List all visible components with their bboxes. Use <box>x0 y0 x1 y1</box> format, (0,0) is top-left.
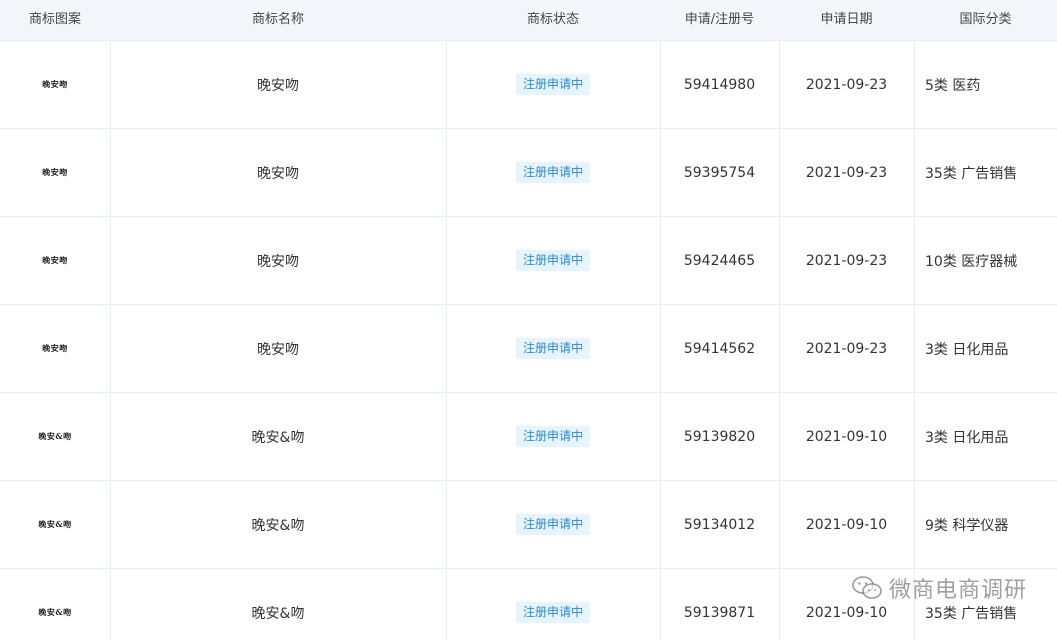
header-number[interactable]: 申请/注册号 <box>660 0 779 40</box>
international-class: 10类 医疗器械 <box>925 253 1018 270</box>
application-date: 2021-09-23 <box>805 76 888 93</box>
international-class: 9类 科学仪器 <box>925 517 1009 534</box>
application-date: 2021-09-10 <box>805 516 888 533</box>
international-class: 35类 广告销售 <box>925 165 1018 182</box>
table-row[interactable]: 晚安&吻 晚安&吻 注册申请中 59139820 2021-09-10 3类 日… <box>0 393 1057 481</box>
status-badge: 注册申请中 <box>515 250 590 271</box>
header-name[interactable]: 商标名称 <box>110 0 446 40</box>
header-class[interactable]: 国际分类 <box>914 0 1057 40</box>
watermark: 微商电商调研 <box>851 572 1027 604</box>
trademark-name[interactable]: 晚安&吻 <box>110 393 446 480</box>
registration-number: 59134012 <box>683 516 756 533</box>
trademark-name[interactable]: 晚安&吻 <box>110 569 446 640</box>
status-badge: 注册申请中 <box>515 514 590 535</box>
application-date: 2021-09-23 <box>805 340 888 357</box>
application-date: 2021-09-23 <box>805 164 888 181</box>
trademark-logo[interactable]: 晚安吻 <box>42 255 68 266</box>
application-date: 2021-09-23 <box>805 252 888 269</box>
trademark-logo[interactable]: 晚安&吻 <box>38 607 71 618</box>
international-class: 3类 日化用品 <box>925 429 1009 446</box>
status-badge: 注册申请中 <box>515 426 590 447</box>
trademark-name[interactable]: 晚安吻 <box>110 217 446 304</box>
trademark-table: 商标图案 商标名称 商标状态 申请/注册号 申请日期 国际分类 晚安吻 晚安吻 … <box>0 0 1057 640</box>
trademark-name[interactable]: 晚安吻 <box>110 41 446 128</box>
wechat-icon <box>852 576 882 599</box>
table-row[interactable]: 晚安吻 晚安吻 注册申请中 59395754 2021-09-23 35类 广告… <box>0 129 1057 217</box>
status-badge: 注册申请中 <box>515 338 590 359</box>
watermark-text: 微商电商调研 <box>888 578 1027 603</box>
table-row[interactable]: 晚安吻 晚安吻 注册申请中 59414562 2021-09-23 3类 日化用… <box>0 305 1057 393</box>
trademark-logo[interactable]: 晚安吻 <box>42 79 68 90</box>
trademark-name[interactable]: 晚安&吻 <box>110 481 446 568</box>
status-badge: 注册申请中 <box>515 162 590 183</box>
trademark-logo[interactable]: 晚安&吻 <box>38 431 71 442</box>
international-class: 5类 医药 <box>925 77 981 94</box>
status-badge: 注册申请中 <box>515 602 590 623</box>
trademark-logo[interactable]: 晚安&吻 <box>38 519 71 530</box>
table-row[interactable]: 晚安吻 晚安吻 注册申请中 59414980 2021-09-23 5类 医药 <box>0 41 1057 129</box>
registration-number: 59414980 <box>683 76 756 93</box>
registration-number: 59424465 <box>683 252 756 269</box>
registration-number: 59139820 <box>683 428 756 445</box>
international-class: 3类 日化用品 <box>925 341 1009 358</box>
registration-number: 59139871 <box>683 604 756 621</box>
trademark-logo[interactable]: 晚安吻 <box>42 343 68 354</box>
table-row[interactable]: 晚安吻 晚安吻 注册申请中 59424465 2021-09-23 10类 医疗… <box>0 217 1057 305</box>
trademark-name[interactable]: 晚安吻 <box>110 129 446 216</box>
table-row[interactable]: 晚安&吻 晚安&吻 注册申请中 59134012 2021-09-10 9类 科… <box>0 481 1057 569</box>
header-date[interactable]: 申请日期 <box>779 0 914 40</box>
application-date: 2021-09-10 <box>805 428 888 445</box>
table-header: 商标图案 商标名称 商标状态 申请/注册号 申请日期 国际分类 <box>0 0 1057 41</box>
registration-number: 59414562 <box>683 340 756 357</box>
registration-number: 59395754 <box>683 164 756 181</box>
trademark-logo[interactable]: 晚安吻 <box>42 167 68 178</box>
trademark-name[interactable]: 晚安吻 <box>110 305 446 392</box>
status-badge: 注册申请中 <box>515 74 590 95</box>
header-logo[interactable]: 商标图案 <box>0 0 110 40</box>
header-status[interactable]: 商标状态 <box>446 0 660 40</box>
